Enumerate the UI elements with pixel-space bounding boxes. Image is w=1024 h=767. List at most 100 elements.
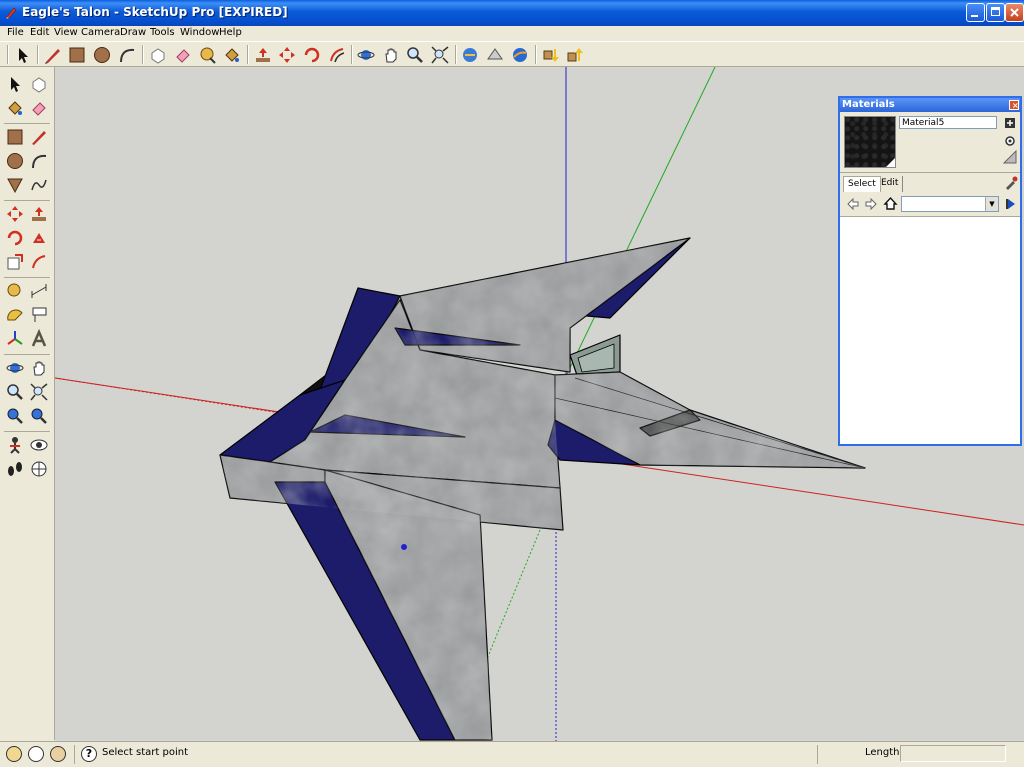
menu-window[interactable]: Window — [180, 27, 219, 38]
eraser-icon[interactable] — [173, 45, 193, 65]
text-icon[interactable] — [29, 305, 49, 325]
material-library-select[interactable]: ▼ — [901, 196, 999, 212]
eyedropper-icon[interactable] — [1003, 175, 1018, 190]
credits-icon[interactable] — [28, 746, 44, 762]
pan-icon[interactable] — [381, 45, 401, 65]
materials-close-button[interactable]: × — [1009, 100, 1019, 110]
materials-title-bar[interactable]: Materials × — [840, 98, 1020, 112]
orbit-icon[interactable] — [356, 45, 376, 65]
share-component-icon[interactable] — [564, 45, 584, 65]
rotate-icon[interactable] — [5, 228, 25, 248]
previous-view-icon[interactable] — [5, 406, 25, 426]
walk-icon[interactable] — [5, 459, 25, 479]
share-model-icon[interactable] — [485, 45, 505, 65]
menu-file[interactable]: File — [7, 27, 24, 38]
toolbar-separator — [247, 45, 249, 64]
zoom-icon[interactable] — [405, 45, 425, 65]
3d-warehouse-icon[interactable] — [460, 45, 480, 65]
orbit-icon[interactable] — [5, 358, 25, 378]
sample-paint-icon[interactable] — [1003, 150, 1017, 164]
pencil-icon[interactable] — [43, 45, 63, 65]
tape-measure-icon[interactable] — [198, 45, 218, 65]
get-models-icon[interactable] — [540, 45, 560, 65]
menu-tools[interactable]: Tools — [150, 27, 175, 38]
position-camera-icon[interactable] — [5, 435, 25, 455]
tape-measure-icon[interactable] — [5, 281, 25, 301]
section-plane-icon[interactable] — [29, 459, 49, 479]
default-material-icon[interactable] — [1003, 133, 1017, 147]
create-material-icon[interactable] — [1003, 116, 1017, 130]
rectangle-icon[interactable] — [67, 45, 87, 65]
sign-in-icon[interactable] — [50, 746, 66, 762]
maximize-icon — [991, 7, 1000, 16]
menu-view[interactable]: View — [54, 27, 78, 38]
measurements-field[interactable] — [900, 745, 1006, 762]
toolbar-separator — [351, 45, 353, 64]
offset-icon[interactable] — [327, 45, 347, 65]
material-name-field[interactable]: Material5 — [899, 116, 997, 129]
rotate-icon[interactable] — [302, 45, 322, 65]
status-text: Select start point — [102, 747, 189, 758]
next-view-icon[interactable] — [29, 406, 49, 426]
toolbar-separator — [535, 45, 537, 64]
make-component-icon[interactable] — [148, 45, 168, 65]
menu-camera[interactable]: Camera — [81, 27, 120, 38]
look-around-icon[interactable] — [29, 435, 49, 455]
close-icon: × — [1012, 101, 1019, 110]
zoom-extents-icon[interactable] — [430, 45, 450, 65]
scale-icon[interactable] — [5, 252, 25, 272]
details-arrow-icon[interactable] — [1004, 197, 1018, 211]
zoom-window-icon[interactable] — [29, 382, 49, 402]
menu-draw[interactable]: Draw — [120, 27, 146, 38]
toolbar-separator — [455, 45, 457, 64]
forward-arrow-icon[interactable] — [864, 197, 878, 211]
freehand-icon[interactable] — [29, 175, 49, 195]
paint-bucket-icon[interactable] — [222, 45, 242, 65]
move-icon[interactable] — [277, 45, 297, 65]
tab-select[interactable]: Select — [843, 176, 881, 192]
menu-edit[interactable]: Edit — [30, 27, 49, 38]
push-pull-icon[interactable] — [253, 45, 273, 65]
help-icon[interactable]: ? — [81, 746, 97, 762]
rectangle-icon[interactable] — [5, 127, 25, 147]
menu-help[interactable]: Help — [219, 27, 242, 38]
arc-icon[interactable] — [29, 151, 49, 171]
tab-edit[interactable]: Edit — [877, 176, 904, 192]
google-earth-icon[interactable] — [510, 45, 530, 65]
eraser-icon[interactable] — [29, 98, 49, 118]
geo-location-icon[interactable] — [6, 746, 22, 762]
chevron-down-icon[interactable]: ▼ — [985, 197, 998, 211]
select-icon[interactable] — [5, 74, 25, 94]
select-icon[interactable] — [13, 45, 33, 65]
back-arrow-icon[interactable] — [846, 197, 860, 211]
paint-bucket-icon[interactable] — [5, 98, 25, 118]
texture-overlay — [220, 238, 865, 740]
minimize-button[interactable] — [966, 3, 985, 22]
circle-icon[interactable] — [5, 151, 25, 171]
close-button[interactable] — [1005, 3, 1024, 22]
axes-icon[interactable] — [5, 329, 25, 349]
material-swatch[interactable] — [844, 116, 896, 168]
line-icon[interactable] — [29, 127, 49, 147]
materials-list[interactable] — [840, 217, 1020, 444]
sketchup-app-icon[interactable] — [5, 6, 18, 19]
maximize-button[interactable] — [986, 3, 1005, 22]
circle-icon[interactable] — [92, 45, 112, 65]
zoom-icon[interactable] — [5, 382, 25, 402]
polygon-icon[interactable] — [5, 175, 25, 195]
protractor-icon[interactable] — [5, 305, 25, 325]
push-pull-icon[interactable] — [29, 204, 49, 224]
make-component-icon[interactable] — [29, 74, 49, 94]
arc-icon[interactable] — [117, 45, 137, 65]
materials-title: Materials — [842, 99, 895, 110]
pan-icon[interactable] — [29, 358, 49, 378]
home-icon[interactable] — [883, 196, 898, 211]
status-divider — [817, 745, 818, 764]
follow-me-icon[interactable] — [29, 228, 49, 248]
3d-text-icon[interactable] — [29, 329, 49, 349]
move-icon[interactable] — [5, 204, 25, 224]
offset-icon[interactable] — [29, 252, 49, 272]
menu-bar: File Edit View Camera Draw Tools Window … — [0, 26, 1024, 41]
materials-panel: Materials × Material5 Select Edit ▼ — [838, 96, 1022, 446]
dimension-icon[interactable] — [29, 281, 49, 301]
